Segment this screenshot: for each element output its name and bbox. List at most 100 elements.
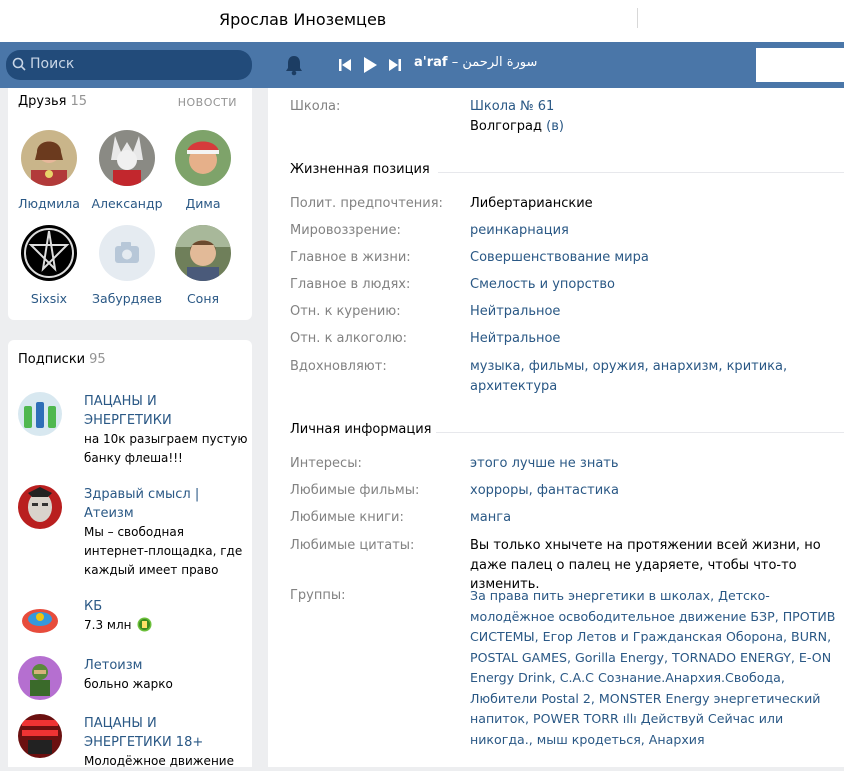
friend-name[interactable]: Людмила [9, 196, 89, 211]
subscription-item[interactable]: КБ 7.3 млн [18, 597, 248, 643]
subscription-desc: 7.3 млн [84, 616, 248, 635]
top-header: Поиск a'raf – سورة الرحمن [0, 42, 844, 88]
info-value-link[interactable]: хорроры, фантастика [470, 481, 844, 501]
friend-name[interactable]: Дима [163, 196, 243, 211]
subscription-item[interactable]: ПАЦАНЫ И ЭНЕРГЕТИКИ на 10к разыграем пус… [18, 392, 248, 472]
info-value-link[interactable]: этого лучше не знать [470, 454, 844, 474]
avatar[interactable] [175, 130, 231, 186]
info-label: Главное в жизни: [290, 250, 411, 265]
search-icon [12, 57, 26, 71]
groups-links[interactable]: За права пить энергетики в школах, Детск… [470, 586, 844, 750]
group-avatar[interactable] [18, 656, 62, 700]
track-title: سورة الرحمن [462, 55, 538, 70]
subscription-item[interactable]: Здравый смысл | Атеизм Мы – свободная ин… [18, 485, 248, 580]
info-row-groups: Группы: За права пить энергетики в школа… [290, 586, 844, 756]
friend-name[interactable]: Sixsix [9, 291, 89, 306]
friend-item[interactable]: Дима [163, 130, 243, 211]
info-label: Любимые цитаты: [290, 538, 415, 553]
school-city: Волгоград [470, 118, 543, 134]
friends-count: 15 [70, 94, 88, 109]
info-value-link[interactable]: реинкарнация [470, 221, 844, 241]
subscription-desc: на 10к разыграем пустую банку флеша!!! [84, 432, 248, 465]
info-label: Любимые книги: [290, 510, 404, 525]
friends-card: Друзья 15 НОВОСТИ Людмила Александр Дима … [8, 88, 252, 320]
subscription-item[interactable]: Летоизм больно жарко [18, 656, 248, 702]
info-value: Школа № 61 Волгоград (в) [470, 97, 844, 136]
info-label: Мировоззрение: [290, 223, 401, 238]
info-row: Любимые цитаты: Вы только хнычете на про… [290, 536, 844, 592]
next-track-icon[interactable] [388, 57, 402, 73]
avatar[interactable] [99, 130, 155, 186]
window-titlebar: Ярослав Иноземцев [0, 0, 844, 42]
subscriptions-card: Подписки 95 ПАЦАНЫ И ЭНЕРГЕТИКИ на 10к ра… [8, 340, 252, 768]
group-avatar[interactable] [18, 392, 62, 436]
avatar[interactable] [21, 130, 77, 186]
previous-track-icon[interactable] [338, 57, 352, 73]
info-value-link[interactable]: манга [470, 508, 844, 528]
info-label: Полит. предпочтения: [290, 196, 443, 211]
profile-info-card: Школа: Школа № 61 Волгоград (в) Жизненна… [268, 88, 844, 767]
search-input[interactable]: Поиск [30, 56, 74, 72]
subscription-desc: больно жарко [84, 677, 173, 691]
info-label: Группы: [290, 588, 346, 603]
friend-name[interactable]: Забурдяев [87, 291, 167, 306]
friend-item[interactable]: Александр [87, 130, 167, 211]
track-separator: – [451, 55, 459, 70]
info-value-link[interactable]: Нейтральное [470, 329, 844, 349]
window-user-name: Ярослав Иноземцев [219, 10, 387, 29]
info-value: Либертарианские [470, 196, 593, 211]
group-avatar[interactable] [18, 485, 62, 529]
friend-name[interactable]: Соня [163, 291, 243, 306]
info-label: Вдохновляют: [290, 359, 387, 374]
verified-emoji-icon [137, 617, 152, 632]
info-label: Отн. к курению: [290, 304, 401, 319]
track-artist: a'raf [414, 55, 448, 70]
subscription-title[interactable]: ПАЦАНЫ И ЭНЕРГЕТИКИ 18+ [84, 714, 248, 752]
friend-item[interactable]: Соня [163, 225, 243, 306]
subscription-followers: 7.3 млн [84, 618, 132, 632]
subscriptions-title: Подписки [18, 352, 86, 367]
section-divider [438, 172, 844, 173]
group-avatar[interactable] [18, 714, 62, 758]
school-class-link[interactable]: (в) [542, 119, 564, 134]
subscription-title[interactable]: КБ [84, 597, 248, 616]
now-playing[interactable]: a'raf – سورة الرحمن [414, 55, 537, 70]
subscription-desc: Мы – свободная интернет-площадка, где ка… [84, 525, 243, 577]
info-value-link[interactable]: Смелость и упорство [470, 275, 844, 295]
friend-item[interactable]: Людмила [9, 130, 89, 211]
info-value-link[interactable]: Нейтральное [470, 302, 844, 322]
subscription-desc: Молодёжное движение [84, 754, 234, 768]
search-box[interactable]: Поиск [6, 50, 252, 80]
info-value-link[interactable]: музыка, фильмы, оружия, анархизм, критик… [470, 357, 790, 396]
subscription-title[interactable]: Летоизм [84, 656, 248, 675]
info-row: Вдохновляют: музыка, фильмы, оружия, ана… [290, 357, 844, 397]
subscription-title[interactable]: ПАЦАНЫ И ЭНЕРГЕТИКИ [84, 392, 248, 430]
info-value-link[interactable]: Совершенствование мира [470, 248, 844, 268]
friend-name[interactable]: Александр [87, 196, 167, 211]
info-row-school: Школа: Школа № 61 Волгоград (в) [290, 97, 844, 137]
info-label: Школа: [290, 99, 341, 114]
info-label: Любимые фильмы: [290, 483, 420, 498]
info-label: Отн. к алкоголю: [290, 331, 408, 346]
play-icon[interactable] [362, 56, 378, 74]
notifications-bell-icon[interactable] [284, 54, 304, 76]
school-city-line: Волгоград (в) [470, 117, 844, 137]
subscriptions-header[interactable]: Подписки 95 [18, 352, 106, 367]
group-avatar[interactable] [18, 597, 62, 641]
titlebar-divider [637, 8, 638, 28]
subscription-item[interactable]: ПАЦАНЫ И ЭНЕРГЕТИКИ 18+ Молодёжное движе… [18, 714, 248, 768]
info-label: Главное в людях: [290, 277, 411, 292]
friend-item[interactable]: Забурдяев [87, 225, 167, 306]
section-divider [436, 432, 844, 433]
avatar[interactable] [175, 225, 231, 281]
friends-header[interactable]: Друзья 15 [18, 94, 87, 109]
friends-news-link[interactable]: НОВОСТИ [178, 96, 237, 109]
subscription-title[interactable]: Здравый смысл | Атеизм [84, 485, 248, 523]
subscriptions-count: 95 [89, 352, 106, 367]
info-label: Интересы: [290, 456, 362, 471]
section-personal-info: Личная информация [290, 422, 844, 442]
avatar[interactable] [21, 225, 77, 281]
friend-item[interactable]: Sixsix [9, 225, 89, 306]
school-link[interactable]: Школа № 61 [470, 97, 844, 117]
avatar[interactable] [99, 225, 155, 281]
